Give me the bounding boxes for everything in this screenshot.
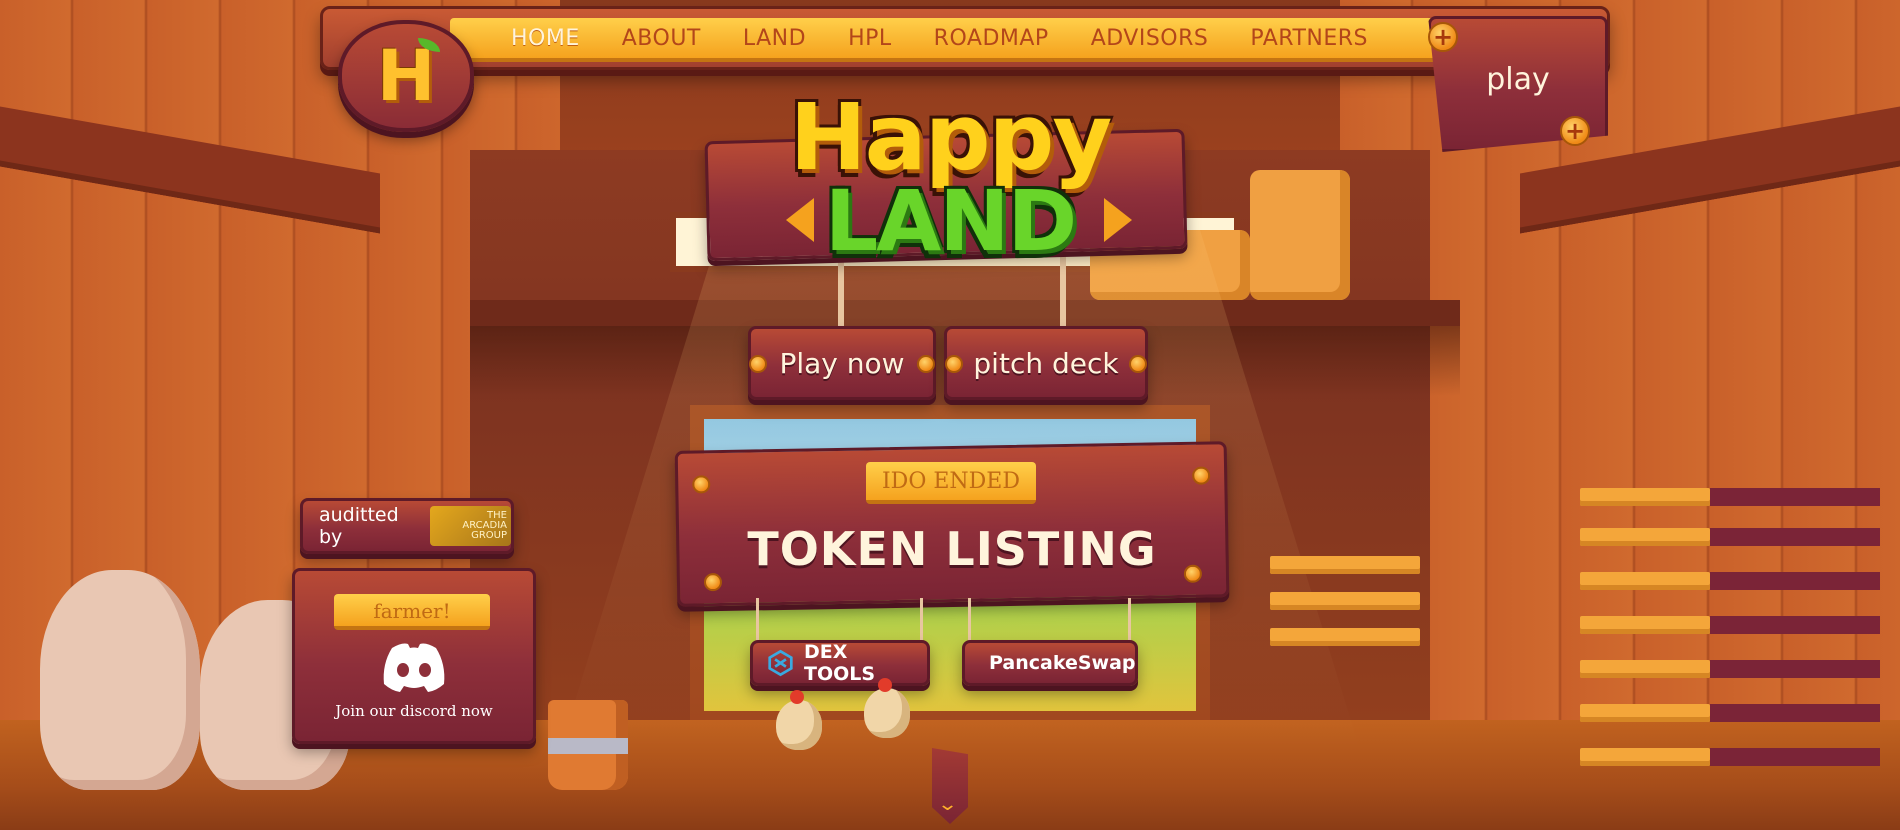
crate-board <box>1580 704 1710 722</box>
chicken <box>864 678 910 738</box>
bolt-icon <box>749 355 767 373</box>
pancakeswap-button[interactable]: PancakeSwap <box>962 640 1138 686</box>
crate-board <box>1270 592 1420 610</box>
arrow-left-icon[interactable] <box>786 198 814 242</box>
pitch-deck-label: pitch deck <box>973 346 1119 380</box>
crate-board <box>1580 660 1710 678</box>
crate-board <box>1270 556 1420 574</box>
crate-board <box>1580 748 1710 766</box>
crate-board <box>1580 488 1710 506</box>
hay-bale <box>1250 170 1350 300</box>
crate-board <box>1710 572 1880 590</box>
nav-item-hpl[interactable]: HPL <box>827 22 913 56</box>
discord-cta-link[interactable]: Join our discord now <box>292 702 536 720</box>
bolt-icon <box>1129 355 1147 373</box>
hanging-string <box>756 598 759 642</box>
barn-background <box>0 0 1900 830</box>
nav-item-home[interactable]: HOME <box>490 22 601 56</box>
crate-board <box>1710 528 1880 546</box>
pitch-deck-button[interactable]: pitch deck <box>944 326 1148 400</box>
crate-board <box>1270 628 1420 646</box>
crate-board <box>1580 528 1710 546</box>
farmer-tag: farmer! <box>334 594 490 630</box>
bolt-icon <box>917 355 935 373</box>
nav-item-advisors[interactable]: ADVISORS <box>1070 22 1230 56</box>
arcadia-group-logo: THE ARCADIA GROUP <box>429 506 511 546</box>
discord-icon[interactable] <box>378 640 450 694</box>
happy-land-h-logo[interactable]: H <box>338 20 474 132</box>
audit-sign[interactable]: auditted by THE ARCADIA GROUP <box>300 498 514 554</box>
dextools-label: DEX TOOLS <box>804 641 876 685</box>
ido-status-tag: IDO ENDED <box>866 462 1036 504</box>
play-now-label: Play now <box>779 346 905 380</box>
hanging-string <box>920 598 923 642</box>
chicken <box>776 690 822 750</box>
bolt-icon <box>1192 466 1211 485</box>
nav-item-roadmap[interactable]: ROADMAP <box>913 22 1070 56</box>
crate-board <box>1710 660 1880 678</box>
play-button[interactable]: play <box>1468 62 1568 97</box>
bucket <box>548 700 628 790</box>
nav-item-partners[interactable]: PARTNERS <box>1229 22 1389 56</box>
play-now-button[interactable]: Play now <box>748 326 936 400</box>
token-listing-heading: TOKEN LISTING <box>747 522 1157 576</box>
crate-board <box>1710 488 1880 506</box>
crate-board <box>1710 748 1880 766</box>
grain-sack <box>40 570 200 790</box>
plus-icon: + <box>1560 116 1590 146</box>
plus-icon: + <box>1428 22 1458 52</box>
hanging-string <box>968 598 971 642</box>
pancakeswap-label: PancakeSwap <box>989 652 1136 674</box>
crate-board <box>1710 616 1880 634</box>
chevron-down-icon[interactable]: ⌄ <box>937 794 958 815</box>
bolt-icon <box>945 355 963 373</box>
crate-board <box>1580 572 1710 590</box>
arcadia-logo-line: GROUP <box>471 530 507 541</box>
audit-label: auditted by <box>319 504 399 548</box>
dextools-button[interactable]: DEX TOOLS <box>750 640 930 686</box>
nav-item-land[interactable]: LAND <box>722 22 827 56</box>
rope <box>1060 250 1066 326</box>
bolt-icon <box>692 475 711 494</box>
nav-item-about[interactable]: ABOUT <box>601 22 722 56</box>
dextools-icon <box>768 649 793 677</box>
rope <box>838 250 844 326</box>
crate-board <box>1580 616 1710 634</box>
hanging-string <box>1128 598 1131 642</box>
crate-board <box>1710 704 1880 722</box>
arrow-right-icon[interactable] <box>1104 198 1132 242</box>
nav-menu: HOME ABOUT LAND HPL ROADMAP ADVISORS PAR… <box>490 22 1389 56</box>
